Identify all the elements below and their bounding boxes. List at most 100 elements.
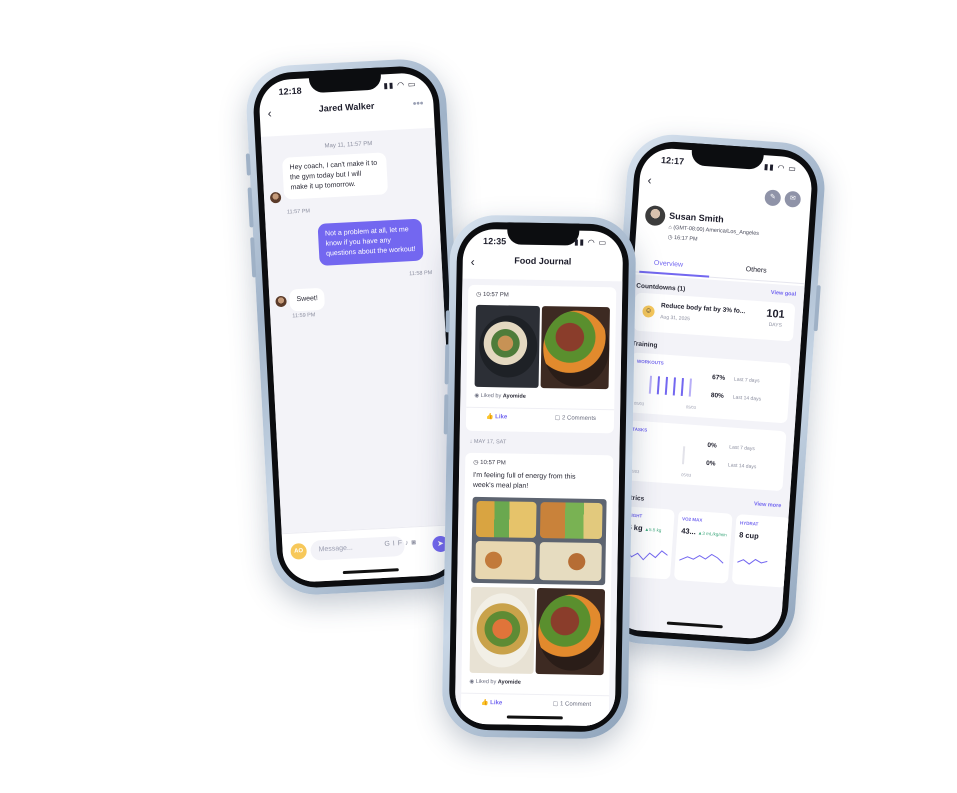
metric-delta: ▲3 mL/kg/min: [697, 530, 727, 538]
metric-label: VO2 MAX: [681, 516, 703, 523]
period-label: Last 14 days: [732, 394, 762, 403]
meal-photo[interactable]: [535, 587, 606, 676]
composer-tools: GIF♪◙: [384, 539, 419, 548]
meal-prep-container: [475, 500, 537, 538]
phone-food-journal: 12:35 ▮▮ ◠ ▭ ‹ Food Journal ◷ 10:57 PM ◉…: [441, 214, 637, 740]
metric-card-vo2max[interactable]: VO2 MAX 43... ▲3 mL/kg/min: [673, 510, 733, 584]
days-remaining: 101: [765, 307, 786, 321]
message-outgoing: Not a problem at all, let me know if you…: [317, 218, 424, 266]
home-indicator: [666, 621, 723, 629]
countdown-card[interactable]: ☺ Reduce body fat by 3% fo... Aug 31, 20…: [633, 292, 796, 342]
days-label: DAYS: [768, 321, 783, 329]
period-label: Last 7 days: [729, 444, 755, 453]
phone-power-button: [813, 285, 821, 332]
metric-sparkline: [737, 558, 768, 565]
tab-overview[interactable]: Overview: [654, 260, 684, 269]
message-time: 11:59 PM: [292, 312, 316, 320]
status-icons: ▮▮ ◠ ▭: [763, 162, 798, 174]
workouts-pct-14: 80%: [710, 392, 725, 400]
metric-sparkline: [679, 553, 724, 564]
my-avatar: AO: [290, 543, 308, 560]
training-title: Training: [631, 340, 658, 350]
view-more-link[interactable]: View more: [754, 501, 782, 509]
post-time: ◷ 10:57 PM: [473, 459, 506, 467]
meal-photo[interactable]: [474, 304, 540, 388]
post-caption: I'm feeling full of energy from this wee…: [472, 471, 576, 490]
like-button[interactable]: 👍 Like: [481, 699, 502, 706]
comments-button[interactable]: ▢ 2 Comments: [555, 414, 596, 422]
gif-icon[interactable]: GIF: [384, 540, 405, 548]
chat-screen: 12:18 ▮▮ ◠ ▭ ‹ Jared Walker ••• May 11, …: [257, 71, 459, 584]
goal-date: Aug 31, 2025: [659, 314, 691, 323]
emoji-icon: ☺: [642, 305, 655, 318]
camera-icon[interactable]: ◙: [411, 539, 419, 546]
metrics-row: WEIGHT 66 kg ▲5.5 kg VO2 MAX 43... ▲3 mL…: [616, 505, 791, 588]
countdowns-title: Countdowns (1): [636, 282, 686, 293]
phone-side-button: [445, 310, 450, 333]
back-icon[interactable]: ‹: [647, 173, 652, 187]
plate-image: [537, 594, 605, 672]
meal-prep-container: [539, 502, 603, 540]
profile-actions: ✎ ✉: [760, 185, 802, 208]
comments-button[interactable]: ▢ 1 Comment: [553, 700, 591, 708]
liked-by: ◉ Liked by Ayomide: [469, 678, 521, 686]
meal-photo[interactable]: [471, 496, 607, 586]
chat-icon[interactable]: ✉: [784, 190, 802, 208]
phone-volume-up: [444, 344, 450, 385]
status-icons: ▮▮ ◠ ▭: [383, 79, 417, 91]
chat-contact-name: Jared Walker: [318, 100, 375, 114]
message-time: 11:58 PM: [409, 270, 433, 278]
status-time: 12:18: [278, 85, 302, 97]
period-label: Last 14 days: [727, 462, 757, 471]
post-actions: 👍 Like ▢ 1 Comment: [460, 692, 610, 712]
more-icon[interactable]: •••: [413, 98, 424, 110]
chat-thread[interactable]: May 11, 11:57 PM Hey coach, I can't make…: [260, 127, 456, 534]
post-actions: 👍 Like ▢ 2 Comments: [465, 406, 615, 426]
edit-icon[interactable]: ✎: [764, 189, 782, 207]
food-journal-screen: 12:35 ▮▮ ◠ ▭ ‹ Food Journal ◷ 10:57 PM ◉…: [454, 228, 624, 727]
message-time: 11:57 PM: [286, 208, 311, 216]
status-icons: ▮▮ ◠ ▭: [574, 237, 608, 248]
message-incoming: Sweet!: [288, 287, 326, 312]
axis-label: 05/03: [681, 472, 692, 478]
post-time: ◷ 10:57 PM: [476, 291, 509, 299]
view-goal-link[interactable]: View goal: [771, 290, 797, 298]
food-journal-feed[interactable]: ◷ 10:57 PM ◉ Liked by Ayomide 👍 Like ▢ 2…: [454, 278, 623, 727]
tab-others[interactable]: Others: [745, 266, 766, 274]
workouts-bar-chart: [648, 375, 692, 397]
phone-volume-down: [250, 237, 257, 278]
meal-photo[interactable]: [469, 586, 536, 674]
client-screen: 12:17 ▮▮ ◠ ▭ ‹ ✎ ✉ Susan Smith ⌂ (GMT-08:…: [608, 146, 814, 641]
back-icon[interactable]: ‹: [471, 255, 475, 269]
client-local-time: ◷ 16:17 PM: [667, 234, 698, 243]
like-button[interactable]: 👍 Like: [486, 413, 507, 420]
metric-card-hydration[interactable]: HYDRAT 8 cup: [731, 514, 791, 588]
chat-header: ‹ Jared Walker •••: [259, 98, 434, 127]
metric-delta: ▲5.5 kg: [644, 526, 662, 533]
food-post: ◷ 10:57 PM ◉ Liked by Ayomide 👍 Like ▢ 2…: [465, 284, 617, 434]
plate-image: [471, 592, 533, 668]
tasks-card[interactable]: TASKS 05/03 05/03 0% Last 7 days 0% Last…: [622, 420, 787, 492]
period-label: Last 7 days: [733, 376, 760, 385]
tasks-bar-chart: [681, 446, 686, 465]
client-name: Susan Smith: [668, 210, 725, 225]
phone-volume-down: [443, 394, 449, 435]
avatar: [644, 205, 666, 227]
workouts-pct-7: 67%: [711, 374, 726, 382]
metric-value: 43... ▲3 mL/kg/min: [681, 526, 727, 538]
tasks-pct-7: 0%: [707, 441, 717, 450]
plate-image: [478, 314, 538, 378]
workouts-card[interactable]: WORKOUTS 05/03 05/03 67% Last 7 days 80%…: [627, 352, 792, 424]
overview-panel: Countdowns (1) View goal ☺ Reduce body f…: [608, 274, 805, 641]
phone-chat: 12:18 ▮▮ ◠ ▭ ‹ Jared Walker ••• May 11, …: [244, 57, 472, 597]
message-incoming: Hey coach, I can't make it to the gym to…: [282, 152, 389, 200]
phone-side-button: [245, 153, 251, 176]
back-icon[interactable]: ‹: [267, 106, 272, 120]
tasks-label: TASKS: [632, 426, 648, 433]
food-journal-header: ‹ Food Journal: [463, 255, 623, 278]
home-indicator: [342, 568, 399, 575]
message-composer: AO Message... GIF♪◙ ➤: [281, 524, 459, 584]
metric-label: HYDRAT: [739, 520, 759, 527]
meal-photo[interactable]: [540, 306, 610, 390]
avatar: [269, 191, 282, 204]
